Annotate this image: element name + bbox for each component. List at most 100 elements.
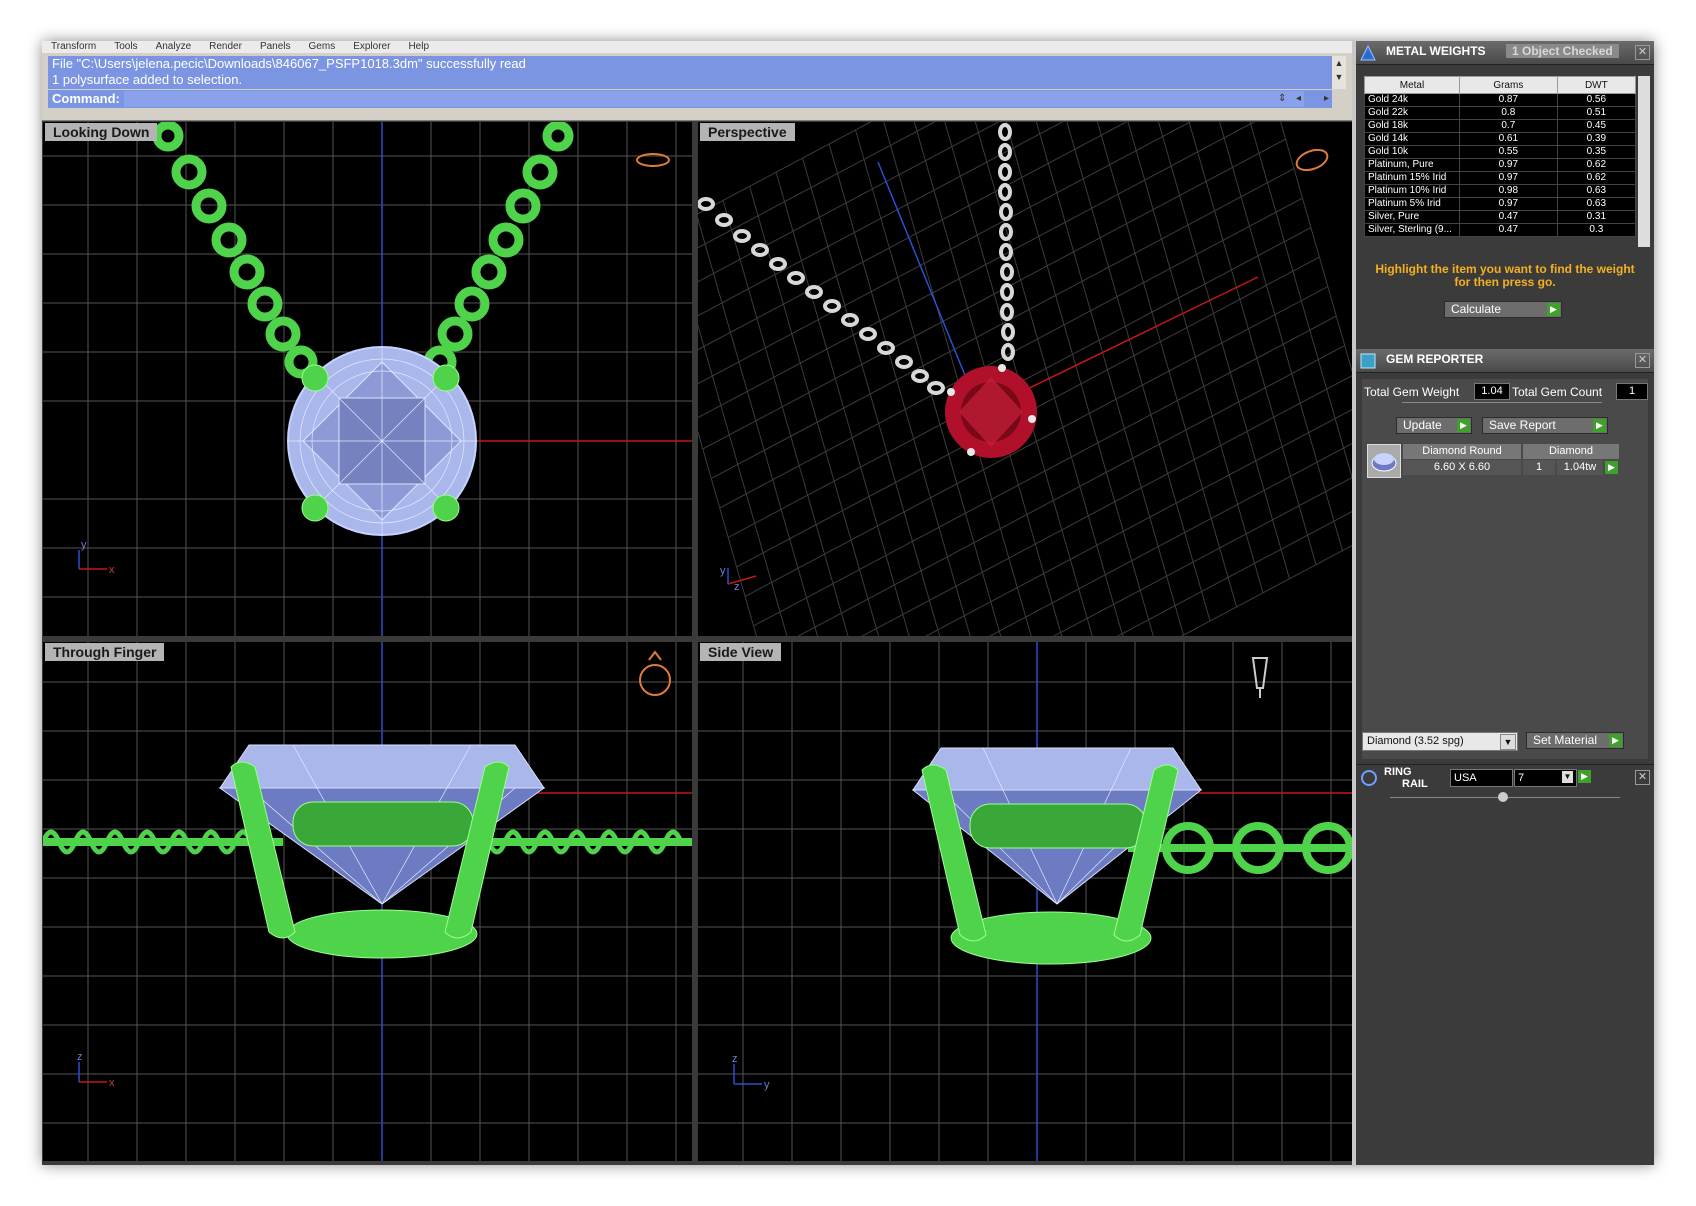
command-label: Command: <box>52 91 120 106</box>
total-gem-count-value: 1 <box>1616 383 1648 400</box>
grams-value: 0.97 <box>1459 171 1558 185</box>
calculate-button[interactable]: Calculate ▶ <box>1444 301 1562 318</box>
ring-rail-title-2: RAIL <box>1402 778 1428 790</box>
viewport-side-view[interactable]: Side View z y <box>698 642 1352 1161</box>
metal-weights-hint: Highlight the item you want to find the … <box>1375 262 1635 289</box>
go-arrow-icon[interactable]: ▶ <box>1609 734 1622 747</box>
table-row[interactable]: Silver, Sterling (9... 0.47 0.3 <box>1364 223 1637 237</box>
column-header-grams[interactable]: Grams <box>1459 76 1558 94</box>
ring-rail-slider-handle[interactable] <box>1498 792 1508 802</box>
gem-material: Diamond <box>1523 444 1619 459</box>
grid <box>698 642 1352 1161</box>
update-label: Update <box>1403 418 1442 432</box>
close-icon[interactable]: ✕ <box>1635 45 1650 60</box>
metal-name: Gold 14k <box>1364 132 1460 146</box>
chevron-down-icon[interactable]: ▼ <box>1500 734 1516 750</box>
table-row[interactable]: Silver, Pure 0.47 0.31 <box>1364 210 1637 224</box>
dwt-value: 0.51 <box>1556 106 1637 120</box>
viewport-label[interactable]: Side View <box>700 643 782 661</box>
close-icon[interactable]: ✕ <box>1635 770 1650 785</box>
axis-triad <box>78 550 107 570</box>
app-window: Transform Tools Analyze Render Panels Gems Exp… <box>42 41 1654 1165</box>
update-button[interactable]: Update ▶ <box>1396 417 1472 434</box>
chain-right <box>423 122 574 379</box>
table-row[interactable]: Gold 22k 0.8 0.51 <box>1364 106 1637 120</box>
command-history-line: File "C:\Users\jelena.pecic\Downloads\84… <box>52 56 526 71</box>
view-side-icon <box>1251 657 1269 698</box>
command-input[interactable] <box>124 91 1304 107</box>
menu-item-render[interactable]: Render <box>209 42 242 52</box>
table-row[interactable]: Gold 24k 0.87 0.56 <box>1364 93 1637 107</box>
grams-value: 0.61 <box>1459 132 1558 146</box>
command-prev-icon[interactable]: ◂ <box>1296 90 1301 108</box>
viewport-looking-down[interactable]: Looking Down y x <box>43 122 692 636</box>
column-header-metal[interactable]: Metal <box>1364 76 1460 94</box>
go-arrow-icon[interactable]: ▶ <box>1457 419 1470 432</box>
total-gem-weight-label: Total Gem Weight <box>1364 385 1460 399</box>
command-spin-icon[interactable]: ⇕ <box>1278 90 1286 108</box>
report-icon <box>1360 353 1376 369</box>
save-report-button[interactable]: Save Report ▶ <box>1482 417 1608 434</box>
go-arrow-icon[interactable]: ▶ <box>1593 419 1606 432</box>
viewport-perspective[interactable]: Perspective y z <box>698 122 1352 636</box>
dwt-value: 0.62 <box>1556 171 1637 185</box>
command-history-scrollbar[interactable]: ▲ ▼ <box>1332 56 1346 89</box>
menu-item-panels[interactable]: Panels <box>260 42 291 52</box>
command-history: File "C:\Users\jelena.pecic\Downloads\84… <box>48 56 1332 89</box>
go-arrow-icon[interactable]: ▶ <box>1578 770 1591 783</box>
menu-item-transform[interactable]: Transform <box>51 42 96 52</box>
dwt-value: 0.62 <box>1556 158 1637 172</box>
viewport-label[interactable]: Through Finger <box>45 643 165 661</box>
viewport-label[interactable]: Looking Down <box>45 123 158 141</box>
command-next-icon[interactable]: ▸ <box>1324 90 1329 108</box>
viewport-label[interactable]: Perspective <box>700 123 795 141</box>
go-arrow-icon[interactable]: ▶ <box>1605 461 1618 474</box>
dwt-value: 0.63 <box>1556 197 1637 211</box>
axis-a-label: z <box>732 1053 738 1065</box>
metal-name: Gold 18k <box>1364 119 1460 133</box>
metal-weights-title: METAL WEIGHTS <box>1386 44 1486 58</box>
close-icon[interactable]: ✕ <box>1635 353 1650 368</box>
column-header-dwt[interactable]: DWT <box>1556 76 1637 94</box>
ruby-pendant[interactable] <box>945 364 1037 458</box>
menu-item-help[interactable]: Help <box>408 42 429 52</box>
table-row[interactable]: Gold 14k 0.61 0.39 <box>1364 132 1637 146</box>
viewport-through-finger[interactable]: Through Finger z x <box>43 642 692 1161</box>
dwt-value: 0.45 <box>1556 119 1637 133</box>
axis-triad <box>78 1062 107 1083</box>
chevron-down-icon[interactable]: ▼ <box>1562 771 1573 783</box>
ring-size-region-field[interactable]: USA <box>1450 769 1513 787</box>
gem-list[interactable]: Diamond Round Diamond 6.60 X 6.60 1 1.04… <box>1367 444 1637 478</box>
set-material-button[interactable]: Set Material ▶ <box>1526 732 1624 749</box>
metal-name: Platinum, Pure <box>1364 158 1460 172</box>
metal-weights-scrollbar[interactable] <box>1638 76 1650 247</box>
menu-item-tools[interactable]: Tools <box>114 42 137 52</box>
table-row[interactable]: Gold 10k 0.55 0.35 <box>1364 145 1637 159</box>
table-row[interactable]: Platinum 10% Irid 0.98 0.63 <box>1364 184 1637 198</box>
menu-item-gems[interactable]: Gems <box>309 42 336 52</box>
ring-rail-title-1: RING <box>1384 766 1412 778</box>
dwt-value: 0.39 <box>1556 132 1637 146</box>
metal-weights-table: Metal Grams DWT Gold 24k 0.87 0.56 Gold 22… <box>1364 76 1637 237</box>
axis-b-label: x <box>109 1077 115 1089</box>
grams-value: 0.47 <box>1459 223 1558 237</box>
table-row[interactable]: Platinum 5% Irid 0.97 0.63 <box>1364 197 1637 211</box>
gem-reporter-header: GEM REPORTER ✕ <box>1356 349 1654 373</box>
axis-b-label: x <box>109 564 115 576</box>
axis-a-label: y <box>720 565 726 577</box>
table-row[interactable]: Platinum, Pure 0.97 0.62 <box>1364 158 1637 172</box>
grams-value: 0.8 <box>1459 106 1558 120</box>
metal-name: Gold 24k <box>1364 93 1460 107</box>
view-ring-icon <box>639 650 671 696</box>
material-select[interactable]: Diamond (3.52 spg) ▼ <box>1362 732 1518 751</box>
menu-bar: Transform Tools Analyze Render Panels Gems Exp… <box>42 41 1352 53</box>
metal-weights-status: 1 Object Checked <box>1506 44 1619 58</box>
grams-value: 0.87 <box>1459 93 1558 107</box>
axis-a-label: y <box>81 539 87 551</box>
menu-item-analyze[interactable]: Analyze <box>156 42 192 52</box>
table-row[interactable]: Gold 18k 0.7 0.45 <box>1364 119 1637 133</box>
go-arrow-icon[interactable]: ▶ <box>1547 303 1560 316</box>
dwt-value: 0.56 <box>1556 93 1637 107</box>
table-row[interactable]: Platinum 15% Irid 0.97 0.62 <box>1364 171 1637 185</box>
menu-item-explorer[interactable]: Explorer <box>353 42 390 52</box>
